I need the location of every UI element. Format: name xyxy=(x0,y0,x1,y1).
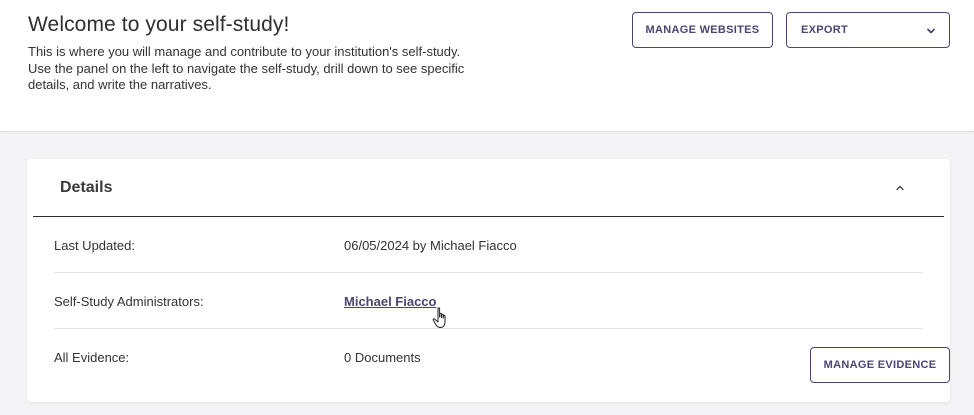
intro-line-2: Use the panel on the left to navigate th… xyxy=(28,60,465,76)
all-evidence-label: All Evidence: xyxy=(54,350,130,365)
intro-line-1: This is where you will manage and contri… xyxy=(28,44,461,59)
detail-row-last-updated: Last Updated: 06/05/2024 by Michael Fiac… xyxy=(54,217,923,273)
intro-line-3: details, and write the narratives. xyxy=(28,77,212,92)
hand-pointer-cursor-icon xyxy=(432,307,446,328)
chevron-down-icon xyxy=(927,28,935,34)
intro-text: This is where you will manage and contri… xyxy=(28,44,498,94)
administrator-link[interactable]: Michael Fiacco xyxy=(344,294,436,309)
all-evidence-value: 0 Documents xyxy=(344,350,421,365)
export-label: EXPORT xyxy=(801,24,849,36)
welcome-panel: Welcome to your self-study! This is wher… xyxy=(0,0,974,132)
details-card: Details Last Updated: 06/05/2024 by Mich… xyxy=(27,159,950,402)
details-title: Details xyxy=(60,179,113,196)
export-dropdown[interactable]: EXPORT xyxy=(786,12,950,48)
page-title: Welcome to your self-study! xyxy=(28,13,290,36)
last-updated-value: 06/05/2024 by Michael Fiacco xyxy=(344,238,517,253)
detail-row-evidence: All Evidence: 0 Documents MANAGE EVIDENC… xyxy=(54,329,950,385)
administrators-label: Self-Study Administrators: xyxy=(54,294,204,309)
detail-row-administrators: Self-Study Administrators: Michael Fiacc… xyxy=(54,273,923,329)
manage-websites-button[interactable]: MANAGE WEBSITES xyxy=(632,12,773,48)
chevron-up-icon[interactable] xyxy=(893,181,907,195)
last-updated-label: Last Updated: xyxy=(54,238,135,253)
manage-evidence-button[interactable]: MANAGE EVIDENCE xyxy=(810,347,950,383)
details-card-header: Details xyxy=(33,159,944,217)
